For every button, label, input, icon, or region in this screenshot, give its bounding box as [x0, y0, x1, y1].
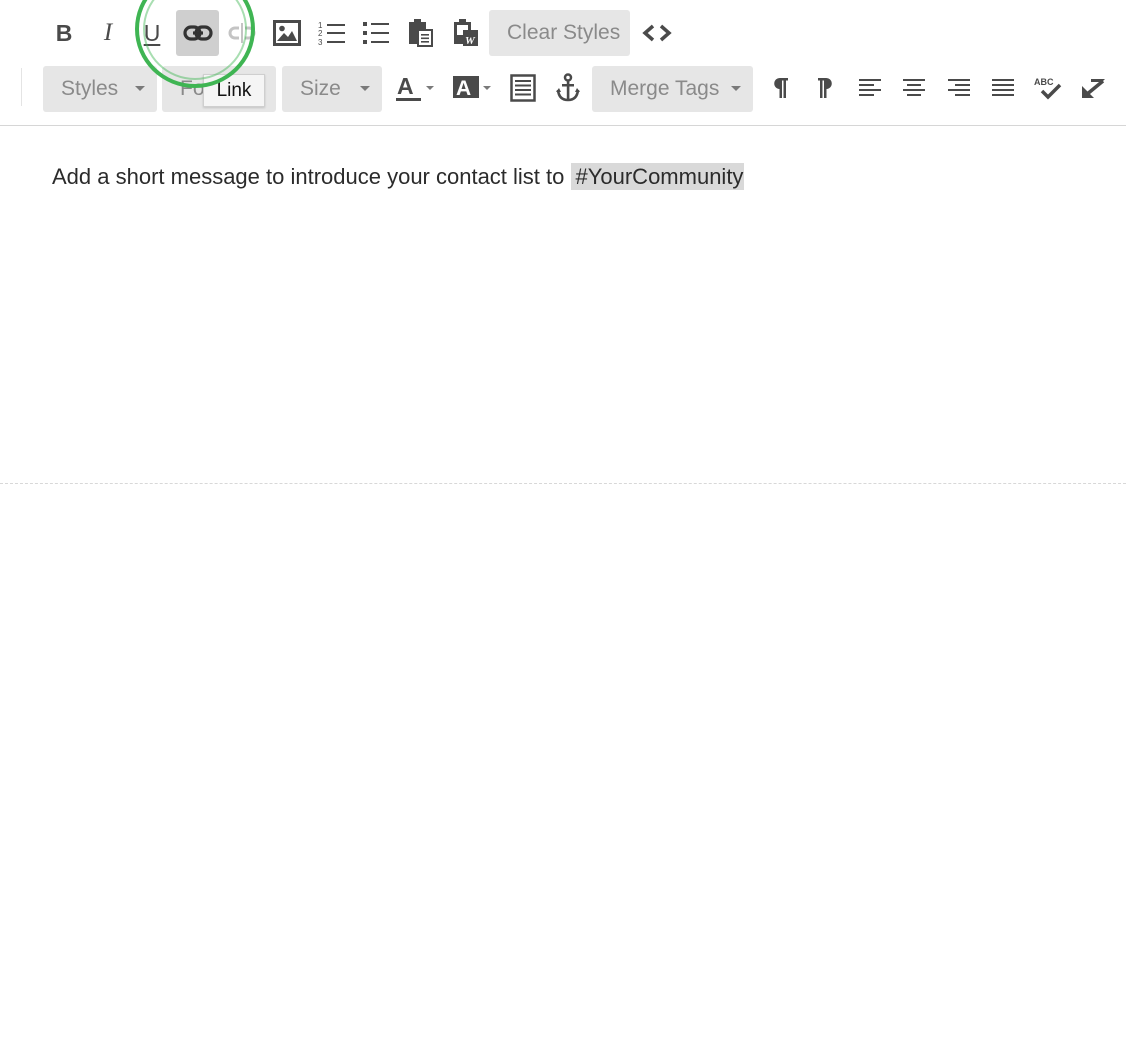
font-label: Fo — [180, 77, 205, 100]
message-paragraph[interactable]: Add a short message to introduce your co… — [52, 163, 745, 190]
bulleted-list-button[interactable] — [356, 13, 396, 53]
underline-icon: U — [143, 19, 161, 46]
undo-button[interactable] — [1073, 68, 1113, 108]
rich-text-editor: B I U 1 2 3 W Clear Styles Styles Fo Siz… — [0, 0, 1126, 1042]
text-direction-ltr-button[interactable] — [761, 68, 801, 108]
block-icon — [510, 74, 536, 102]
link-tooltip: Link — [203, 74, 265, 107]
paragraph-ltr-icon — [774, 77, 788, 98]
editor-content[interactable]: Add a short message to introduce your co… — [0, 126, 1126, 482]
anchor-icon — [556, 73, 580, 102]
align-center-button[interactable] — [894, 68, 934, 108]
italic-icon: I — [103, 19, 113, 46]
text-direction-rtl-button[interactable] — [805, 68, 845, 108]
numbered-list-button[interactable]: 1 2 3 — [312, 13, 352, 53]
spellcheck-button[interactable]: ABC — [1028, 68, 1068, 108]
styles-label: Styles — [61, 77, 119, 100]
svg-text:2: 2 — [318, 29, 323, 38]
align-right-button[interactable] — [939, 68, 979, 108]
toolbar-divider — [21, 68, 22, 106]
background-color-icon: A — [453, 76, 491, 100]
size-dropdown[interactable]: Size — [282, 66, 382, 112]
numbered-list-icon: 1 2 3 — [318, 21, 345, 46]
underline-button[interactable]: U — [132, 13, 172, 53]
background-color-button[interactable]: A — [450, 68, 496, 108]
paste-icon — [409, 19, 433, 47]
background-color-letter: A — [456, 77, 471, 100]
spellcheck-letters: ABC — [1034, 77, 1054, 87]
chevron-down-icon — [360, 86, 370, 91]
unlink-button[interactable] — [222, 13, 262, 53]
clear-styles-button[interactable]: Clear Styles — [489, 10, 630, 56]
section-divider — [0, 483, 1126, 484]
merge-tag-selection[interactable]: #YourCommunity — [570, 163, 745, 190]
paste-button[interactable] — [401, 13, 441, 53]
bold-icon: B — [55, 19, 73, 46]
link-icon — [182, 25, 213, 41]
text-color-icon: A — [396, 73, 434, 101]
styles-dropdown[interactable]: Styles — [43, 66, 157, 112]
merge-tags-label: Merge Tags — [610, 77, 720, 100]
svg-text:W: W — [465, 35, 476, 47]
source-code-icon — [642, 24, 672, 42]
anchor-button[interactable] — [548, 68, 588, 108]
link-button[interactable] — [176, 10, 219, 56]
undo-arrow-icon — [1082, 79, 1105, 98]
spellcheck-icon: ABC — [1034, 77, 1062, 100]
align-right-icon — [948, 79, 970, 96]
source-code-button[interactable] — [637, 13, 677, 53]
align-left-button[interactable] — [850, 68, 890, 108]
justify-icon — [992, 79, 1014, 96]
paste-from-word-button[interactable]: W — [446, 13, 486, 53]
bold-button[interactable]: B — [44, 13, 84, 53]
unlink-icon — [228, 23, 256, 43]
align-left-icon — [859, 79, 881, 96]
align-center-icon — [903, 79, 925, 96]
size-label: Size — [300, 77, 341, 100]
text-color-letter: A — [397, 73, 414, 99]
image-button[interactable] — [267, 13, 307, 53]
editor-toolbar: B I U 1 2 3 W Clear Styles Styles Fo Siz… — [0, 0, 1126, 126]
text-color-button[interactable]: A — [392, 68, 438, 108]
chevron-down-icon — [135, 86, 145, 91]
clear-styles-label: Clear Styles — [507, 21, 621, 44]
block-button[interactable] — [503, 68, 543, 108]
merge-tags-dropdown[interactable]: Merge Tags — [592, 66, 753, 112]
chevron-down-icon — [731, 86, 741, 91]
paragraph-rtl-icon — [818, 77, 832, 98]
svg-text:3: 3 — [318, 38, 323, 46]
paste-from-word-icon: W — [454, 19, 478, 47]
justify-button[interactable] — [983, 68, 1023, 108]
italic-button[interactable]: I — [88, 13, 128, 53]
message-text: Add a short message to introduce your co… — [52, 164, 571, 189]
bulleted-list-icon — [363, 22, 389, 44]
image-icon — [273, 20, 301, 46]
